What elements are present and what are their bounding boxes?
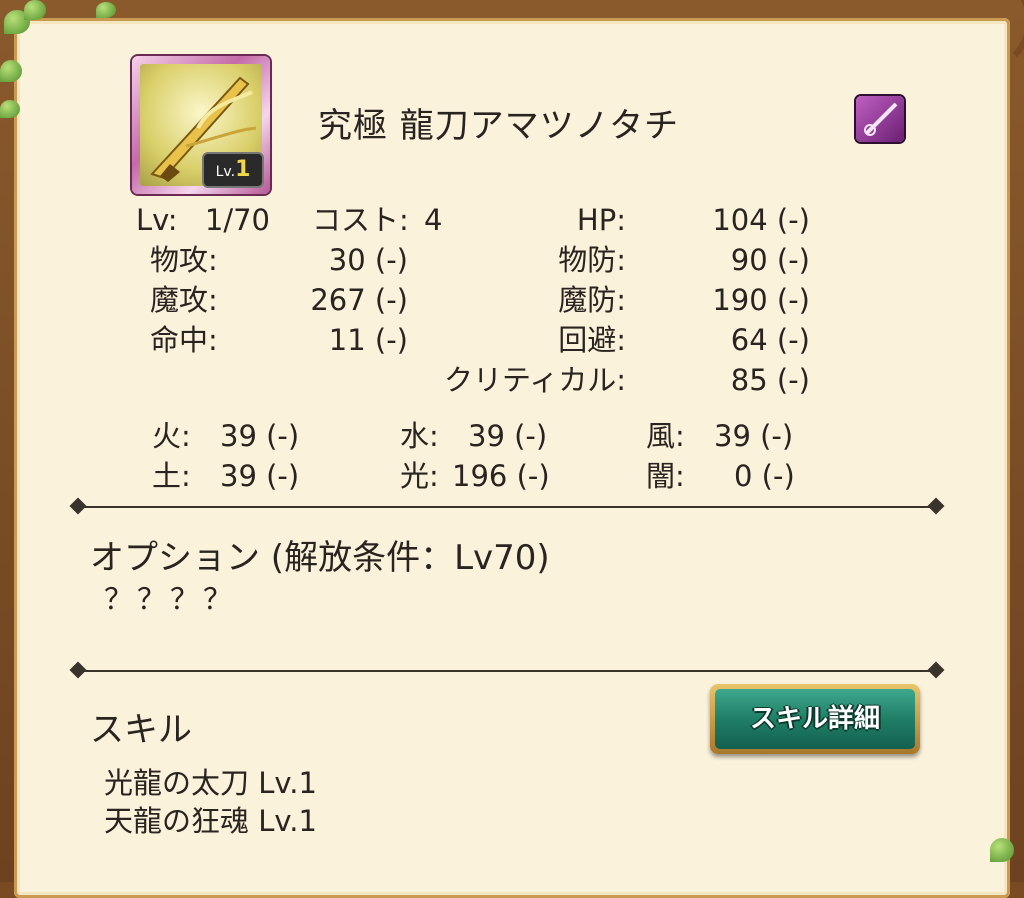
crit-label: クリティカル:	[443, 363, 626, 397]
hit-value: 11 (-)	[328, 323, 408, 357]
hp-label: HP:	[576, 203, 626, 237]
patk-value: 30 (-)	[328, 243, 408, 277]
leaf-decoration-icon	[24, 0, 46, 20]
mdef-label: 魔防:	[558, 283, 626, 317]
water-value: 39 (-)	[468, 419, 548, 453]
wind-label: 風:	[646, 419, 685, 453]
light-value: 196 (-)	[452, 459, 550, 493]
option-title: オプション (解放条件：Lv70)	[90, 538, 550, 578]
level-badge: Lv.1	[202, 152, 264, 188]
hp-value: 104 (-)	[712, 203, 810, 237]
fire-value: 39 (-)	[220, 419, 300, 453]
pdef-value: 90 (-)	[730, 243, 810, 277]
wind-value: 39 (-)	[714, 419, 794, 453]
leaf-decoration-icon	[0, 60, 22, 82]
item-icon: Lv.1	[132, 56, 270, 194]
patk-label: 物攻:	[150, 243, 218, 277]
dark-label: 闇:	[646, 459, 685, 493]
fire-label: 火:	[152, 419, 191, 453]
light-label: 光:	[400, 459, 439, 493]
cost-value: 4	[424, 203, 443, 237]
cost-label: コスト:	[312, 203, 409, 237]
pdef-label: 物防:	[558, 243, 626, 277]
matk-label: 魔攻:	[150, 283, 218, 317]
crit-value: 85 (-)	[730, 363, 810, 397]
mdef-value: 190 (-)	[712, 283, 810, 317]
earth-value: 39 (-)	[220, 459, 300, 493]
item-name: 究極 龍刀アマツノタチ	[318, 106, 680, 146]
dark-value: 0 (-)	[734, 459, 795, 493]
matk-value: 267 (-)	[310, 283, 408, 317]
skill-detail-button-label: スキル詳細	[715, 689, 915, 749]
leaf-decoration-icon	[0, 100, 20, 118]
section-divider	[74, 670, 940, 672]
lv-label: Lv:	[136, 203, 178, 237]
option-value: ？？？？	[104, 582, 237, 616]
skill-item: 天龍の狂魂 Lv.1	[104, 804, 317, 838]
water-label: 水:	[400, 419, 439, 453]
eva-value: 64 (-)	[730, 323, 810, 357]
lv-value: 1/70	[204, 203, 270, 237]
leaf-decoration-icon	[96, 2, 116, 18]
earth-label: 土:	[152, 459, 191, 493]
section-divider	[74, 506, 940, 508]
eva-label: 回避:	[558, 323, 626, 357]
hit-label: 命中:	[150, 323, 218, 357]
skill-title: スキル	[90, 710, 192, 750]
skill-detail-button[interactable]: スキル詳細	[710, 684, 920, 754]
skill-item: 光龍の太刀 Lv.1	[104, 766, 317, 800]
leaf-decoration-icon	[990, 838, 1014, 862]
sword-type-icon	[856, 96, 904, 142]
